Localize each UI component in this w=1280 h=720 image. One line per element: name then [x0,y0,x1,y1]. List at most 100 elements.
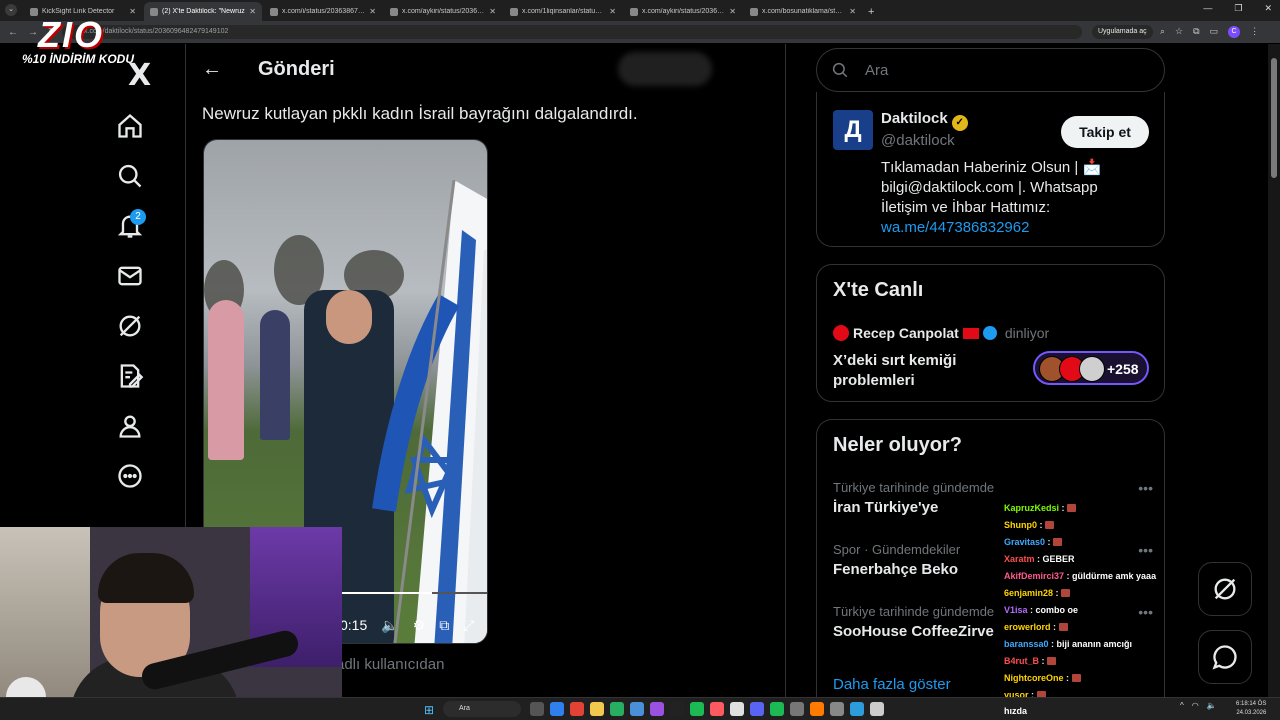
app-icon[interactable] [670,702,684,716]
fullscreen-icon[interactable]: ⤢ [463,617,474,634]
clock-date: 24.03.2026 [1236,710,1267,716]
follow-button[interactable]: Takip et [1061,116,1149,148]
browser-tab[interactable]: x.com/aykiri/status/203633841 ✕ [624,2,742,21]
app-icon[interactable] [790,702,804,716]
daktilock-logo[interactable]: Д [833,110,873,150]
live-topic[interactable]: X’deki sırt kemiği problemleri [833,351,1013,391]
app-icon[interactable] [870,702,884,716]
app-icon[interactable] [750,702,764,716]
browser-tab[interactable]: x.com/1liqinsanlar/status/20363 ✕ [504,2,622,21]
emote-icon [1061,589,1071,597]
close-icon[interactable]: ✕ [849,7,856,16]
messages-float-button[interactable] [1198,630,1252,684]
network-icon[interactable]: ◠ [1192,701,1199,710]
pip-icon[interactable]: ⧉ [439,617,449,634]
taskbar: ⊞ Ara ^ ◠ 🔈 6:18:14 ÖS 24.03.2026 [0,697,1280,720]
tab-bar: ⌄ KickSight Link Detector ✕ (2) X'te Dakt… [0,0,1280,21]
profile-name[interactable]: Daktilock ✓ [881,110,968,131]
app-icon[interactable] [710,702,724,716]
search-icon[interactable] [116,162,144,190]
app-icon[interactable] [850,702,864,716]
tray-chevron-icon[interactable]: ^ [1180,701,1184,710]
browser-tab-active[interactable]: (2) X'te Daktilock: "Newruz ✕ [144,2,262,21]
minimize-icon[interactable]: — [1203,3,1212,14]
app-icon[interactable] [650,702,664,716]
edit-list-icon[interactable] [116,362,144,390]
listeners-pill[interactable]: +258 [1033,351,1149,385]
favicon-icon [630,7,638,16]
grok-icon[interactable] [116,312,144,340]
chat-user: NightcoreOne [1004,673,1064,683]
app-icon[interactable] [690,702,704,716]
browser-tab[interactable]: x.com/i/status/20363867496029✕ [264,2,382,21]
chat-user: Xaratm [1004,554,1035,564]
home-icon[interactable] [116,112,144,140]
stream-logo: ZIO [38,14,104,55]
tab-search-button[interactable]: ⌄ [5,4,17,16]
app-icon[interactable] [610,702,624,716]
close-icon[interactable]: ✕ [729,7,736,16]
settings-icon[interactable]: ⚙ [413,617,426,634]
sidebar-icon[interactable]: ▭ [1210,26,1219,38]
extensions-icon[interactable]: ⧉ [1193,26,1199,38]
app-icon[interactable] [550,702,564,716]
chat-text: GEBER [1042,554,1075,564]
system-clock[interactable]: 6:18:14 ÖS 24.03.2026 [1236,700,1266,718]
grok-float-button[interactable] [1198,562,1252,616]
close-window-icon[interactable]: ✕ [1264,3,1272,14]
volume-icon[interactable]: 🔈 [381,617,398,634]
search-input[interactable]: Ara [816,48,1165,92]
bookmark-star-icon[interactable]: ☆ [1175,26,1183,38]
app-icon[interactable] [830,702,844,716]
app-icon[interactable] [770,702,784,716]
maximize-icon[interactable]: ❐ [1234,3,1242,14]
close-icon[interactable]: ✕ [249,7,256,16]
volume-tray-icon[interactable]: 🔈 [1207,701,1217,710]
streamer-hair [98,553,194,603]
emote-icon [1067,504,1077,512]
close-icon[interactable]: ✕ [489,7,496,16]
grok-icon [1214,578,1236,600]
more-icon[interactable] [116,462,144,490]
browser-menu-icon[interactable]: ⋮ [1250,26,1259,38]
app-icon[interactable] [730,702,744,716]
mail-icon[interactable] [116,262,144,290]
close-icon[interactable]: ✕ [129,7,136,16]
browser-tab[interactable]: x.com/bosunatiklama/status/20 ✕ [744,2,862,21]
chat-message: Gravitas0 : [1004,534,1184,551]
tab-label: x.com/aykiri/status/203633841 [642,8,725,15]
taskbar-search[interactable]: Ara [443,701,521,717]
url-field[interactable]: x.com/daktilock/status/20360964824791491… [62,25,1082,39]
windows-start-icon[interactable]: ⊞ [424,703,434,717]
chat-message: 6enjamin28 : [1004,585,1184,602]
app-icon[interactable] [810,702,824,716]
open-in-app-button[interactable]: Uygulamada aç [1092,25,1153,39]
zoom-icon[interactable]: ⌕ [1160,26,1165,38]
back-arrow-icon[interactable]: ← [202,58,222,81]
profile-avatar[interactable]: C [1228,26,1241,38]
scrollbar-thumb[interactable] [1271,58,1277,178]
profile-handle[interactable]: @daktilock [881,132,955,149]
more-options-icon[interactable]: ••• [1138,480,1153,496]
live-host-line[interactable]: Recep Canpolat dinliyor [833,325,1049,341]
stream-promo: %10 İNDİRİM KODU [22,52,135,66]
back-nav-icon[interactable]: ← [8,27,20,38]
app-icon[interactable] [590,702,604,716]
chat-text: güldürme amk yaaa [1072,571,1157,581]
app-icon[interactable] [630,702,644,716]
new-tab-button[interactable]: + [868,6,874,18]
browser-tab[interactable]: x.com/aykiri/status/203637665 ✕ [384,2,502,21]
whatsapp-link[interactable]: wa.me/447386832962 [881,218,1151,238]
close-icon[interactable]: ✕ [609,7,616,16]
chat-message: Shunp0 : [1004,517,1184,534]
show-more-link[interactable]: Daha fazla göster [833,676,951,693]
profile-icon[interactable] [116,412,144,440]
emote-icon [1053,538,1063,546]
bystander-figure [208,300,244,460]
close-icon[interactable]: ✕ [369,7,376,16]
taskview-icon[interactable] [530,702,544,716]
app-icon[interactable] [570,702,584,716]
page-scrollbar[interactable] [1268,44,1280,700]
listener-avatar [1079,356,1105,382]
chat-user: hızda [1004,706,1028,716]
